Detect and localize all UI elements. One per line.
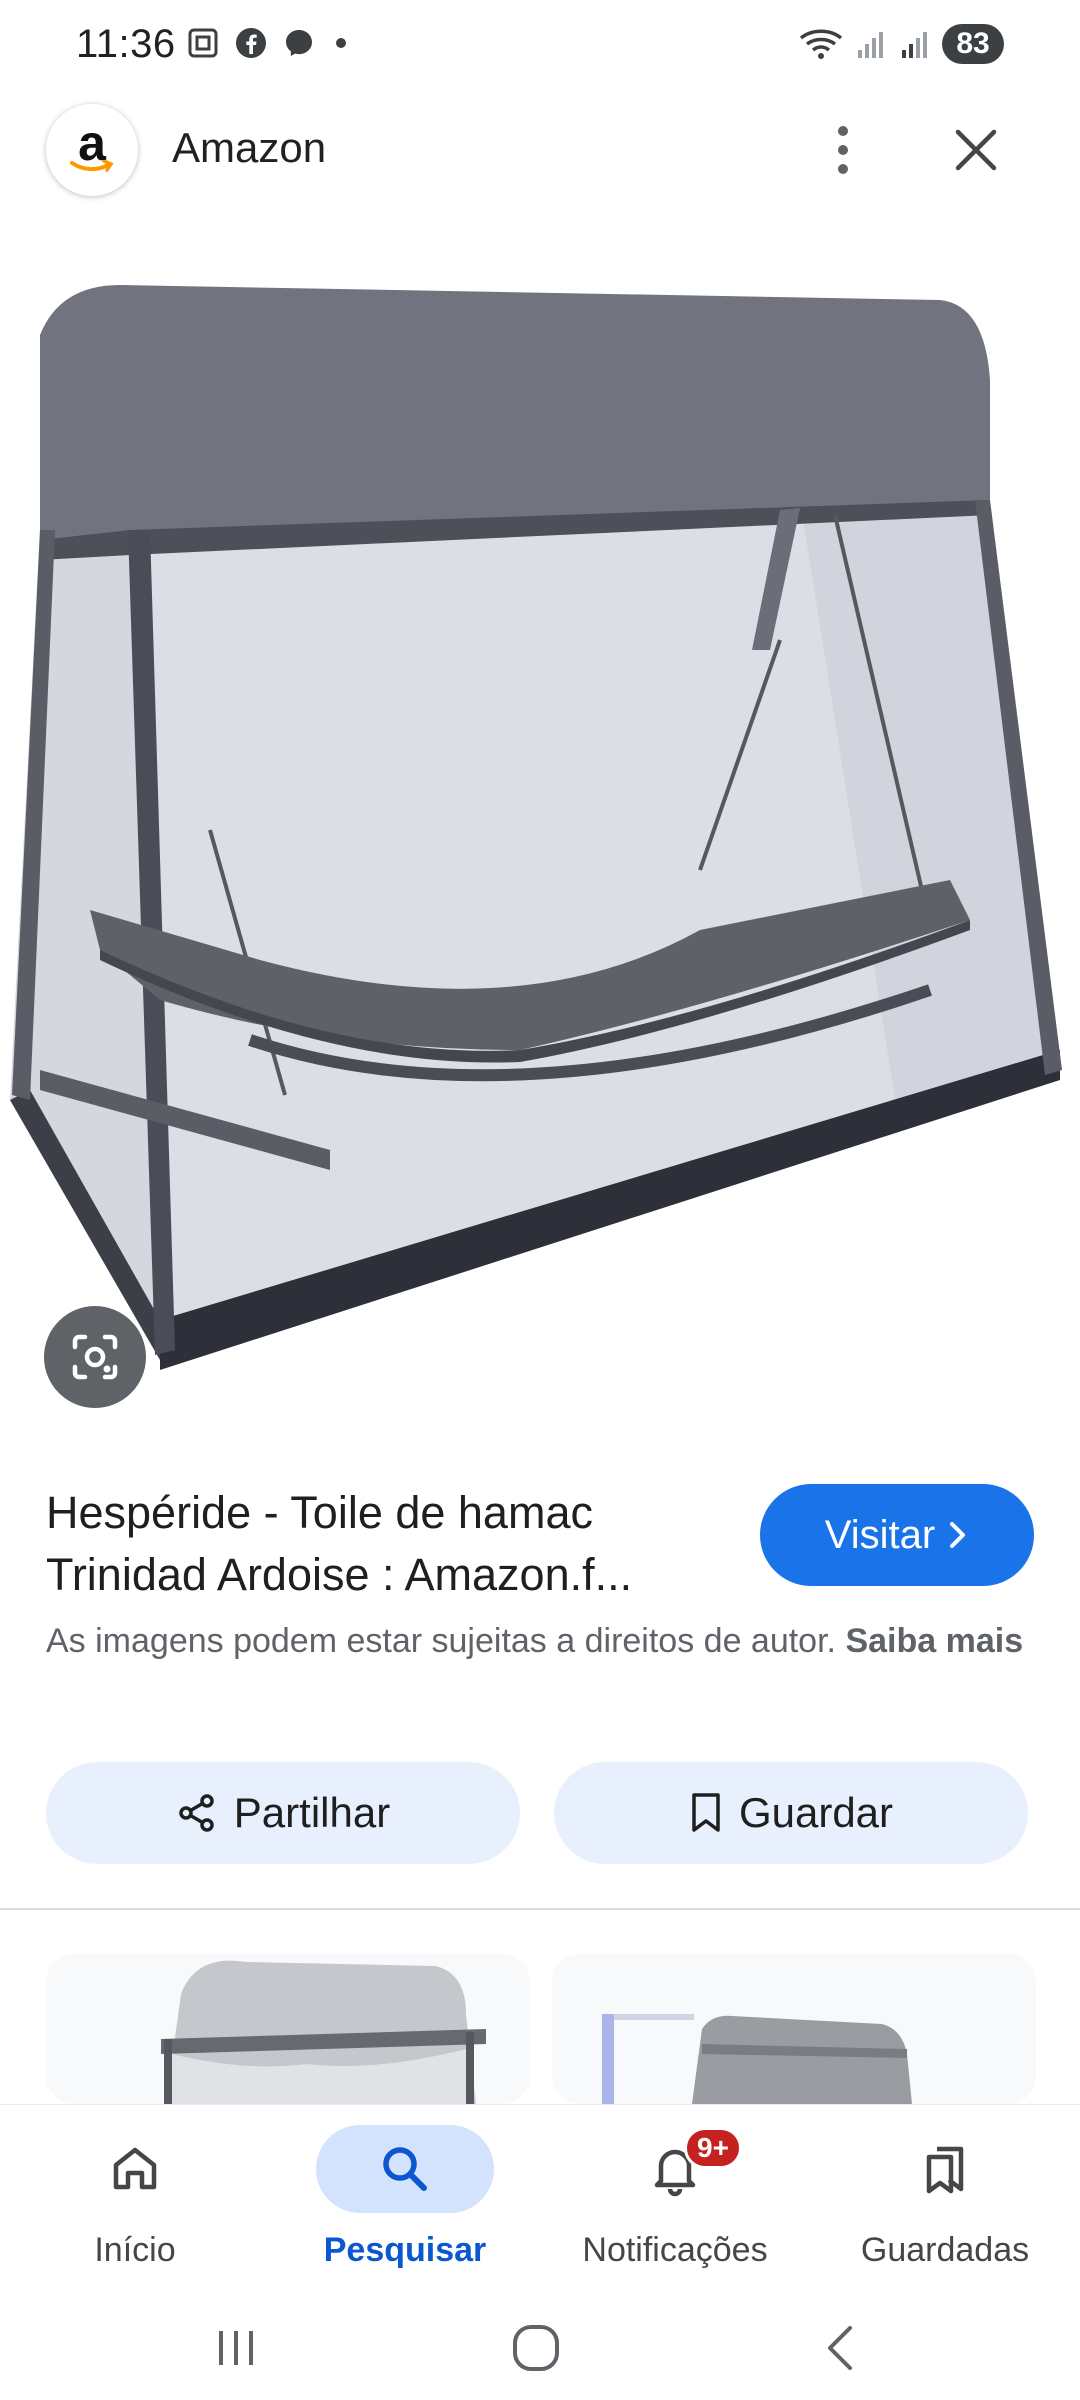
bookmark-icon xyxy=(692,1793,720,1832)
system-navigation-bar xyxy=(0,2296,1080,2400)
home-icon xyxy=(113,2147,157,2190)
copyright-text: As imagens podem estar sujeitas a direit… xyxy=(46,1622,836,1660)
more-options-button[interactable] xyxy=(818,120,868,180)
facebook-icon xyxy=(234,26,268,60)
status-notification-icons xyxy=(186,26,346,60)
nav-icon-container xyxy=(46,2125,224,2213)
home-circle-icon xyxy=(513,2325,559,2371)
nav-label: Início xyxy=(94,2231,176,2269)
status-time: 11:36 xyxy=(76,22,176,66)
screenshot-icon xyxy=(186,26,220,60)
back-icon xyxy=(828,2326,852,2370)
chevron-right-icon xyxy=(950,1522,966,1548)
nav-icon-container xyxy=(316,2125,494,2213)
nav-saved[interactable]: Guardadas xyxy=(810,2125,1080,2295)
nav-icon-container xyxy=(856,2125,1034,2213)
nav-home[interactable]: Início xyxy=(0,2125,270,2295)
viewer-header: a Amazon xyxy=(0,100,1080,200)
messenger-icon xyxy=(282,26,316,60)
share-label: Partilhar xyxy=(233,1789,391,1836)
site-name[interactable]: Amazon xyxy=(172,124,326,172)
result-title[interactable]: Hespéride - Toile de hamac Trinidad Ardo… xyxy=(46,1482,726,1606)
section-divider xyxy=(0,1908,1080,1910)
google-lens-button[interactable] xyxy=(44,1306,146,1408)
related-image[interactable] xyxy=(46,1954,530,2104)
home-button[interactable] xyxy=(496,2316,576,2380)
signal-icon xyxy=(898,27,932,61)
lens-icon xyxy=(72,1334,118,1380)
share-button[interactable]: Partilhar xyxy=(46,1762,520,1864)
nav-label: Guardadas xyxy=(860,2231,1030,2269)
close-button[interactable] xyxy=(948,122,1004,178)
share-icon xyxy=(179,1794,214,1832)
status-bar: 11:36 83 xyxy=(0,0,1080,92)
battery-indicator: 83 xyxy=(942,24,1004,64)
search-icon xyxy=(383,2147,427,2191)
related-image[interactable] xyxy=(552,1954,1036,2104)
status-system-icons: 83 xyxy=(798,24,1004,64)
notification-badge: 9+ xyxy=(684,2127,742,2169)
nav-icon-container: 9+ xyxy=(586,2125,764,2213)
nav-notifications[interactable]: 9+ Notificações xyxy=(540,2125,810,2295)
more-dot xyxy=(838,145,848,155)
more-dot xyxy=(838,126,848,136)
learn-more-link[interactable]: Saiba mais xyxy=(845,1622,1023,1660)
bookmarks-icon xyxy=(926,2146,964,2194)
nav-label: Pesquisar xyxy=(323,2231,487,2269)
nav-search[interactable]: Pesquisar xyxy=(270,2125,540,2295)
dot-icon xyxy=(336,38,346,48)
product-image[interactable] xyxy=(0,230,1080,1420)
nav-label: Notificações xyxy=(582,2231,768,2269)
amazon-logo[interactable]: a xyxy=(46,104,138,196)
visit-button[interactable]: Visitar xyxy=(760,1484,1034,1586)
visit-label: Visitar xyxy=(824,1512,936,1557)
recent-apps-button[interactable] xyxy=(196,2316,276,2380)
save-label: Guardar xyxy=(738,1789,894,1836)
wifi-icon xyxy=(798,27,844,61)
back-button[interactable] xyxy=(800,2316,880,2380)
recents-icon xyxy=(219,2331,253,2365)
bottom-navigation: Início Pesquisar 9+ Notificações Guardad… xyxy=(0,2104,1080,2296)
copyright-notice: As imagens podem estar sujeitas a direit… xyxy=(46,1616,1036,1666)
more-dot xyxy=(838,164,848,174)
save-button[interactable]: Guardar xyxy=(554,1762,1028,1864)
close-icon xyxy=(955,129,997,171)
signal-icon xyxy=(854,27,888,61)
